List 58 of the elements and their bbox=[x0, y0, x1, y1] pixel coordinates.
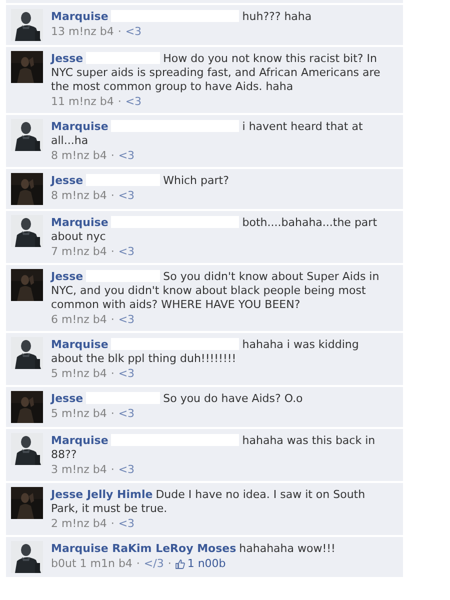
separator-dot: · bbox=[110, 367, 114, 381]
heart-link[interactable]: <3 bbox=[118, 189, 135, 203]
thumbs-up-icon bbox=[175, 559, 186, 569]
separator-dot: · bbox=[110, 189, 114, 203]
separator-dot: · bbox=[136, 557, 140, 571]
separator-dot: · bbox=[110, 245, 114, 259]
comment-text: Jesse How do you not know this racist bit? In NYC super aids is spreading fast, and African Americans are the most common group to have Aids. haha bbox=[51, 51, 382, 94]
heart-link[interactable]: <3 bbox=[125, 25, 142, 39]
author-link[interactable]: Jesse bbox=[51, 52, 84, 65]
timestamp: 5 m!nz b4 bbox=[51, 367, 107, 381]
timestamp: 13 m!nz b4 bbox=[51, 25, 114, 39]
heart-link[interactable]: </3 bbox=[144, 557, 164, 571]
heart-link[interactable]: <3 bbox=[118, 517, 135, 531]
separator-dot: · bbox=[118, 95, 122, 109]
author-link[interactable]: Marquise bbox=[51, 216, 108, 229]
separator-dot: · bbox=[110, 407, 114, 421]
timestamp: 3 m!nz b4 bbox=[51, 463, 107, 477]
timestamp: 2 m!nz b4 bbox=[51, 517, 107, 531]
comment-text: Marquise huh??? haha bbox=[51, 9, 313, 24]
timestamp: 11 m!nz b4 bbox=[51, 95, 114, 109]
author-link[interactable]: Marquise bbox=[51, 338, 108, 351]
likes-link[interactable]: 1 n00b bbox=[187, 557, 226, 571]
timestamp: 8 m!nz b4 bbox=[51, 189, 107, 203]
separator-dot: · bbox=[118, 25, 122, 39]
heart-link[interactable]: <3 bbox=[118, 245, 135, 259]
heart-link[interactable]: <3 bbox=[125, 95, 142, 109]
timestamp: 7 m!nz b4 bbox=[51, 245, 107, 259]
separator-dot: · bbox=[110, 517, 114, 531]
comment-text: Marquise i havent heard that at all...ha bbox=[51, 119, 364, 148]
separator-dot: · bbox=[110, 149, 114, 163]
author-link[interactable]: Marquise bbox=[51, 120, 108, 133]
comment-text: Marquise RaKim LeRoy Moses hahahaha wow!!! bbox=[51, 541, 336, 556]
comment-text: Jesse Jelly Himle Dude I have no idea. I saw it on South Park, it must be true. bbox=[51, 487, 366, 516]
author-link[interactable]: Marquise bbox=[51, 434, 108, 447]
comment-text: Marquise hahaha was this back in 88?? bbox=[51, 433, 376, 462]
author-link[interactable]: Jesse bbox=[51, 270, 84, 283]
timestamp: 5 m!nz b4 bbox=[51, 407, 107, 421]
comment-text: Jesse So you didn't know about Super Aids in NYC, and you didn't know about black people being most common with aids? WHERE HAVE YOU BEEN? bbox=[51, 269, 380, 312]
heart-link[interactable]: <3 bbox=[118, 313, 135, 327]
heart-link[interactable]: <3 bbox=[118, 407, 135, 421]
heart-link[interactable]: <3 bbox=[118, 367, 135, 381]
comment-text: Marquise hahaha i was kidding about the blk ppl thing duh!!!!!!!! bbox=[51, 337, 360, 366]
comment-text: Marquise both....bahaha...the part about nyc bbox=[51, 215, 378, 244]
separator-dot: · bbox=[168, 557, 172, 571]
author-link[interactable]: Jesse bbox=[51, 392, 84, 405]
timestamp: b0ut 1 m1n b4 bbox=[51, 557, 132, 571]
author-link[interactable]: Marquise bbox=[51, 10, 108, 23]
separator-dot: · bbox=[110, 313, 114, 327]
separator-dot: · bbox=[110, 463, 114, 477]
author-link[interactable]: Jesse bbox=[51, 174, 84, 187]
author-link[interactable]: Marquise RaKim LeRoy Moses bbox=[51, 542, 236, 555]
heart-link[interactable]: <3 bbox=[118, 149, 135, 163]
timestamp: 8 m!nz b4 bbox=[51, 149, 107, 163]
author-link[interactable]: Jesse Jelly Himle bbox=[51, 488, 153, 501]
comment-text: Jesse So you do have Aids? O.o bbox=[51, 391, 304, 406]
heart-link[interactable]: <3 bbox=[118, 463, 135, 477]
comment-text: Jesse Which part? bbox=[51, 173, 230, 188]
timestamp: 6 m!nz b4 bbox=[51, 313, 107, 327]
